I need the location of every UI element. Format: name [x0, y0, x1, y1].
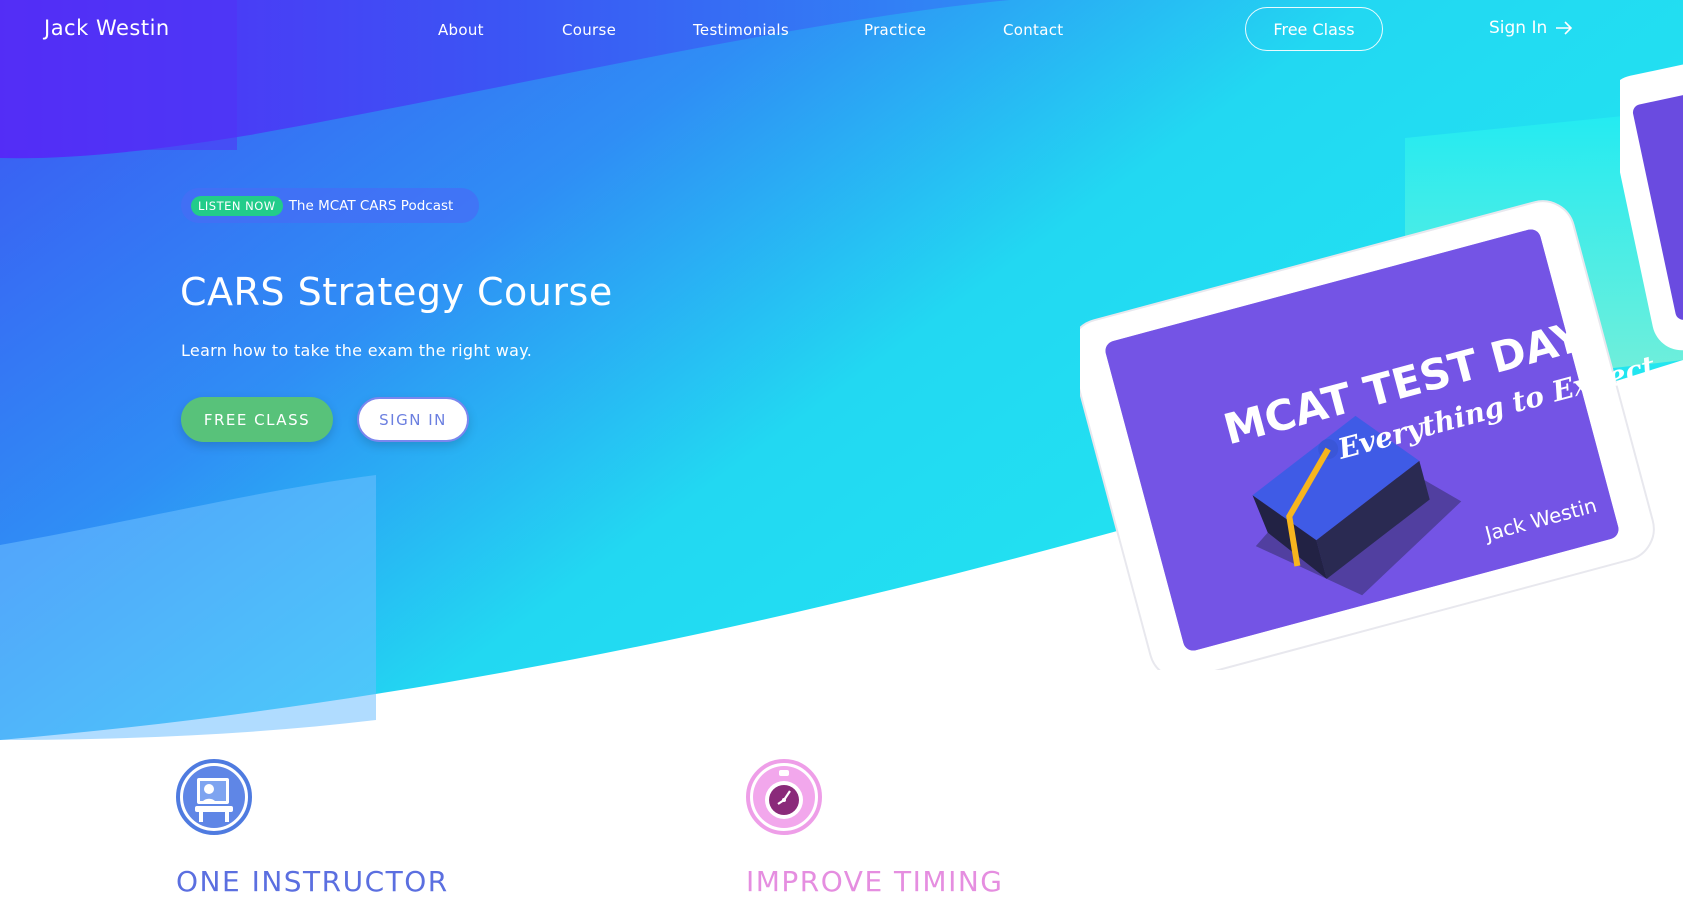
nav-link-testimonials[interactable]: Testimonials	[693, 21, 789, 39]
podcast-pill[interactable]: LISTEN NOW The MCAT CARS Podcast	[181, 188, 479, 223]
instructor-icon	[176, 759, 252, 835]
brand-logo[interactable]: Jack Westin	[44, 16, 170, 40]
arrow-right-icon	[1556, 21, 1573, 35]
hero-subtitle: Learn how to take the exam the right way…	[181, 341, 533, 360]
hero-free-class-button[interactable]: FREE CLASS	[181, 397, 333, 442]
feature-improve-timing-title: IMPROVE TIMING	[746, 865, 1004, 898]
podcast-link-text: The MCAT CARS Podcast	[288, 197, 454, 214]
hero-title: CARS Strategy Course	[180, 270, 613, 314]
nav-sign-in-link[interactable]: Sign In	[1489, 18, 1573, 38]
listen-now-badge: LISTEN NOW	[191, 195, 283, 216]
nav-link-course[interactable]: Course	[562, 21, 616, 39]
tablet-mockup: MCAT TEST DAY Everything to Expect Jack …	[1080, 200, 1659, 670]
hero-sign-in-button[interactable]: SIGN IN	[357, 397, 469, 442]
nav-link-about[interactable]: About	[438, 21, 484, 39]
nav-free-class-button[interactable]: Free Class	[1245, 7, 1383, 51]
stopwatch-icon	[746, 759, 822, 835]
tablet-mockup-partial	[1620, 50, 1683, 351]
top-nav: Jack Westin About Course Testimonials Pr…	[0, 0, 1683, 60]
nav-link-practice[interactable]: Practice	[864, 21, 926, 39]
nav-link-contact[interactable]: Contact	[1003, 21, 1063, 39]
feature-one-instructor-title: ONE INSTRUCTOR	[176, 865, 449, 898]
nav-sign-in-label: Sign In	[1489, 18, 1548, 38]
